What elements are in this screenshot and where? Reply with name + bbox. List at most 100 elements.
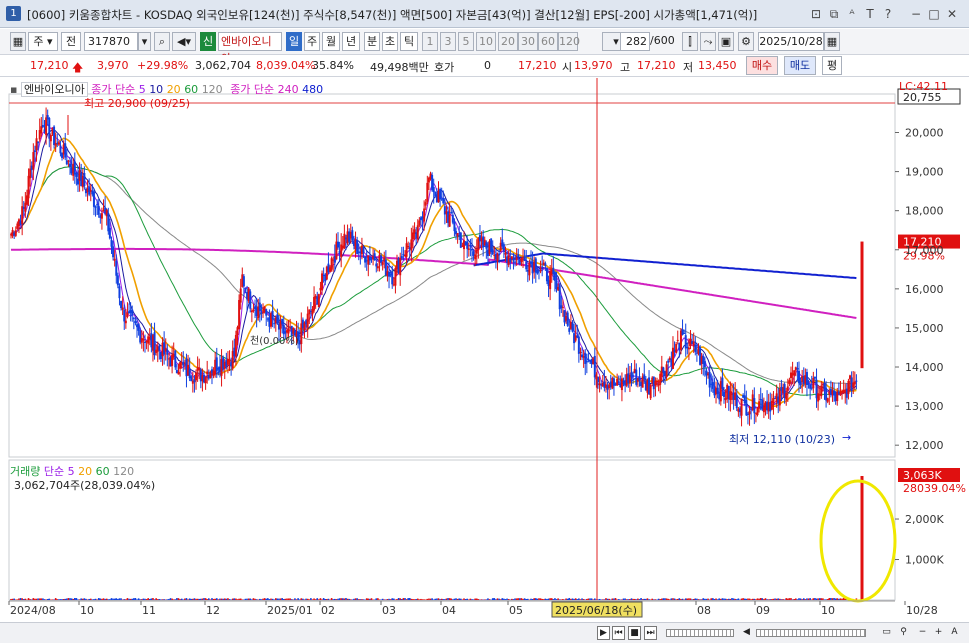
prev-button[interactable]: 전 xyxy=(61,32,81,51)
interval-3[interactable]: 3 xyxy=(440,32,456,51)
window-list-icon[interactable]: ⧉ xyxy=(826,6,842,22)
chart-type-icon[interactable]: ▭ xyxy=(880,626,893,640)
price-panel-name[interactable]: 엔바이오니아 xyxy=(20,82,88,97)
zoom-icon[interactable]: ⚲ xyxy=(897,626,910,640)
candle-body xyxy=(502,244,505,251)
high-price: 17,210 xyxy=(637,59,676,72)
volume-bar xyxy=(806,598,808,600)
interval-5[interactable]: 5 xyxy=(458,32,474,51)
zoom-out-icon[interactable]: − xyxy=(916,626,929,640)
sound-icon[interactable]: ◀▾ xyxy=(172,32,196,51)
font-size-icon[interactable]: ᴬ xyxy=(844,6,860,22)
candle-body xyxy=(729,391,732,401)
save-icon[interactable]: ▣ xyxy=(718,32,734,51)
grid-icon[interactable]: ▦ xyxy=(10,32,26,51)
scroll-left-arrow-icon[interactable]: ◀ xyxy=(740,626,753,640)
settings-icon[interactable]: ⚙ xyxy=(738,32,754,51)
scroll-thumb[interactable] xyxy=(666,629,734,637)
eval-button[interactable]: 평 xyxy=(822,56,842,75)
volume-bar xyxy=(279,598,282,600)
volume-bar xyxy=(815,598,818,600)
candle-body xyxy=(49,134,52,142)
text-icon[interactable]: T xyxy=(862,6,878,22)
period-select[interactable]: 주 ▾ xyxy=(28,32,58,51)
interval-20[interactable]: 20 xyxy=(498,32,518,51)
scroll-end-icon[interactable]: ⏭ xyxy=(644,626,657,640)
maximize-icon[interactable]: □ xyxy=(926,6,942,22)
volume-bar xyxy=(467,599,470,600)
candle-body xyxy=(92,191,95,207)
volume-bar xyxy=(74,598,76,600)
volume-bar xyxy=(573,598,575,600)
volume-bar xyxy=(617,599,620,600)
volume-bar xyxy=(137,598,140,600)
volume-bar xyxy=(200,598,202,600)
close-icon[interactable]: ✕ xyxy=(944,6,960,22)
volume-bar xyxy=(412,599,414,600)
volume-bar xyxy=(125,599,127,600)
interval-30[interactable]: 30 xyxy=(518,32,538,51)
indicator-icon[interactable]: ⤳ xyxy=(700,32,716,51)
volume-bar xyxy=(825,599,827,600)
volume-bar xyxy=(442,599,445,600)
volume-bar xyxy=(651,598,654,600)
candle-body xyxy=(553,271,556,281)
x-tick-label: 10/28 xyxy=(906,604,938,617)
volume-bar xyxy=(247,598,250,600)
candle-body xyxy=(684,335,687,349)
volume-bar xyxy=(600,599,602,600)
x-tick-label: 10 xyxy=(80,604,94,617)
interval-10[interactable]: 10 xyxy=(476,32,496,51)
volume-bar xyxy=(29,599,31,600)
sell-button[interactable]: 매도 xyxy=(784,56,816,75)
candle-icon[interactable]: ⫿ xyxy=(682,32,698,51)
volume-bar xyxy=(187,599,189,600)
turnover-rate: 35.84% xyxy=(312,59,354,72)
volume-bar xyxy=(622,598,625,600)
volume-bar xyxy=(469,598,472,600)
interval-1[interactable]: 1 xyxy=(422,32,438,51)
candle-body xyxy=(620,378,623,391)
zoom-in-icon[interactable]: + xyxy=(932,626,945,640)
interval-120[interactable]: 120 xyxy=(558,32,580,51)
scroll-start-icon[interactable]: ⏮ xyxy=(612,626,625,640)
open-price: 13,970 xyxy=(574,59,613,72)
stop-icon[interactable]: ■ xyxy=(628,626,641,640)
buy-button[interactable]: 매수 xyxy=(746,56,778,75)
period-second[interactable]: 초 xyxy=(382,32,398,51)
candle-body xyxy=(630,372,633,378)
zoom-slider[interactable] xyxy=(756,629,866,637)
search-icon[interactable]: ⌕ xyxy=(154,32,170,51)
count-input[interactable]: 282 xyxy=(620,32,650,51)
period-tick[interactable]: 틱 xyxy=(400,32,418,51)
period-month[interactable]: 월 xyxy=(322,32,340,51)
volume-last-pct: 28039.04% xyxy=(903,482,966,495)
font-icon[interactable]: A xyxy=(948,626,961,640)
volume-bar xyxy=(531,598,534,600)
volume-bar xyxy=(238,598,240,600)
candle-body xyxy=(711,381,714,389)
interval-60[interactable]: 60 xyxy=(538,32,558,51)
period-day[interactable]: 일 xyxy=(286,32,302,51)
help-icon[interactable]: ? xyxy=(880,6,896,22)
candle-body xyxy=(424,202,427,206)
minimize-icon[interactable]: − xyxy=(908,6,924,22)
volume-bar xyxy=(464,599,467,600)
scroll-right-icon[interactable]: ▶ xyxy=(597,626,610,640)
period-year[interactable]: 년 xyxy=(342,32,360,51)
code-dropdown-icon[interactable]: ▾ xyxy=(138,32,151,51)
price-volume-chart[interactable]: →20,75517,21029.98%3,063K28039.04% 20,00… xyxy=(0,78,969,623)
date-input[interactable]: 2025/10/28 xyxy=(758,32,824,51)
restore-icon[interactable]: ⊡ xyxy=(808,6,824,22)
period-week[interactable]: 주 xyxy=(304,32,320,51)
calendar-icon[interactable]: ▦ xyxy=(824,32,840,51)
period-minute[interactable]: 분 xyxy=(364,32,380,51)
stock-code-input[interactable]: 317870 xyxy=(84,32,138,51)
candle-body xyxy=(116,275,119,286)
volume-bar xyxy=(18,598,20,600)
volume-bar xyxy=(227,598,229,600)
stock-name[interactable]: 엔바이오니아 xyxy=(218,32,282,65)
x-tick-label: 10 xyxy=(821,604,835,617)
chart-scroll-bar: ▶ ⏮ ■ ⏭ ◀ ▭ ⚲ − + A xyxy=(0,622,969,643)
volume-bar xyxy=(235,598,237,600)
